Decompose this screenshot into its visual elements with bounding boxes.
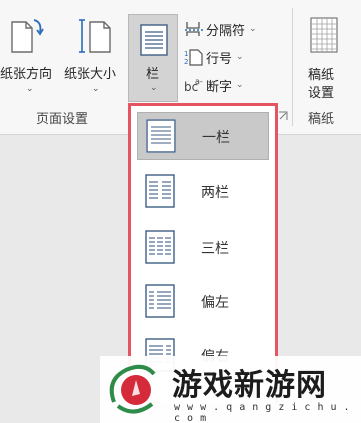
manuscript-grid-icon (310, 17, 338, 53)
menu-item-label: 两栏 (201, 185, 229, 201)
watermark-url: w w w . q a n g z i c h u . c o m (174, 402, 351, 423)
svg-text:2: 2 (184, 58, 188, 66)
two-columns-icon (145, 174, 175, 208)
chevron-down-icon: ⌄ (92, 84, 100, 94)
paper-size-button[interactable]: 纸张大小 ⌄ (64, 14, 126, 102)
page-setup-group-label: 页面设置 (36, 112, 89, 127)
orientation-icon (11, 19, 44, 53)
dialog-launcher-icon[interactable] (278, 111, 288, 121)
watermark-logo-icon (109, 364, 156, 414)
line-numbers-button[interactable]: 1 2 行号 ⌄ (184, 46, 244, 68)
watermark: 游戏新游网 w w w . q a n g z i c h u . c o m (100, 356, 361, 423)
menu-item-two-columns[interactable]: 两栏 (137, 168, 269, 216)
hyphenation-icon: bc a- (184, 77, 203, 94)
left-column-icon (145, 284, 175, 318)
one-column-icon (146, 119, 176, 153)
chevron-down-icon: ⌄ (236, 80, 244, 90)
line-numbers-icon: 1 2 (184, 49, 203, 66)
menu-item-label: 偏左 (201, 295, 229, 311)
svg-text:1: 1 (184, 50, 188, 58)
chevron-down-icon: ⌄ (150, 83, 158, 93)
orientation-label: 纸张方向 (0, 67, 53, 82)
hyphenation-label: 断字 (206, 79, 233, 95)
paper-size-label: 纸张大小 (64, 67, 117, 82)
chevron-down-icon: ⌄ (26, 84, 34, 94)
breaks-icon (185, 22, 203, 36)
manuscript-setup-label-2: 设置 (308, 86, 335, 101)
svg-text:a-: a- (195, 77, 203, 86)
menu-item-label: 三栏 (201, 241, 229, 257)
columns-icon (140, 24, 168, 56)
breaks-button[interactable]: 分隔符 ⌄ (184, 18, 257, 40)
chevron-down-icon: ⌄ (249, 24, 257, 34)
group-divider (292, 8, 293, 126)
hyphenation-button[interactable]: bc a- 断字 ⌄ (184, 74, 244, 96)
menu-item-label: 一栏 (202, 130, 230, 146)
three-columns-icon (145, 230, 175, 264)
manuscript-group-label: 稿纸 (308, 112, 335, 127)
manuscript-setup-label-1: 稿纸 (308, 68, 335, 83)
orientation-button[interactable]: 纸张方向 ⌄ (0, 14, 58, 102)
line-numbers-label: 行号 (206, 51, 233, 67)
manuscript-setup-button[interactable]: 稿纸 设置 (298, 14, 350, 102)
paper-size-icon (79, 19, 111, 53)
menu-item-one-column[interactable]: 一栏 (137, 112, 269, 160)
menu-item-left[interactable]: 偏左 (137, 278, 269, 326)
columns-label: 栏 (146, 67, 160, 82)
columns-button[interactable]: 栏 ⌄ (128, 14, 178, 102)
breaks-label: 分隔符 (206, 23, 246, 39)
menu-item-three-columns[interactable]: 三栏 (137, 224, 269, 272)
watermark-title: 游戏新游网 (172, 368, 327, 403)
chevron-down-icon: ⌄ (236, 52, 244, 62)
